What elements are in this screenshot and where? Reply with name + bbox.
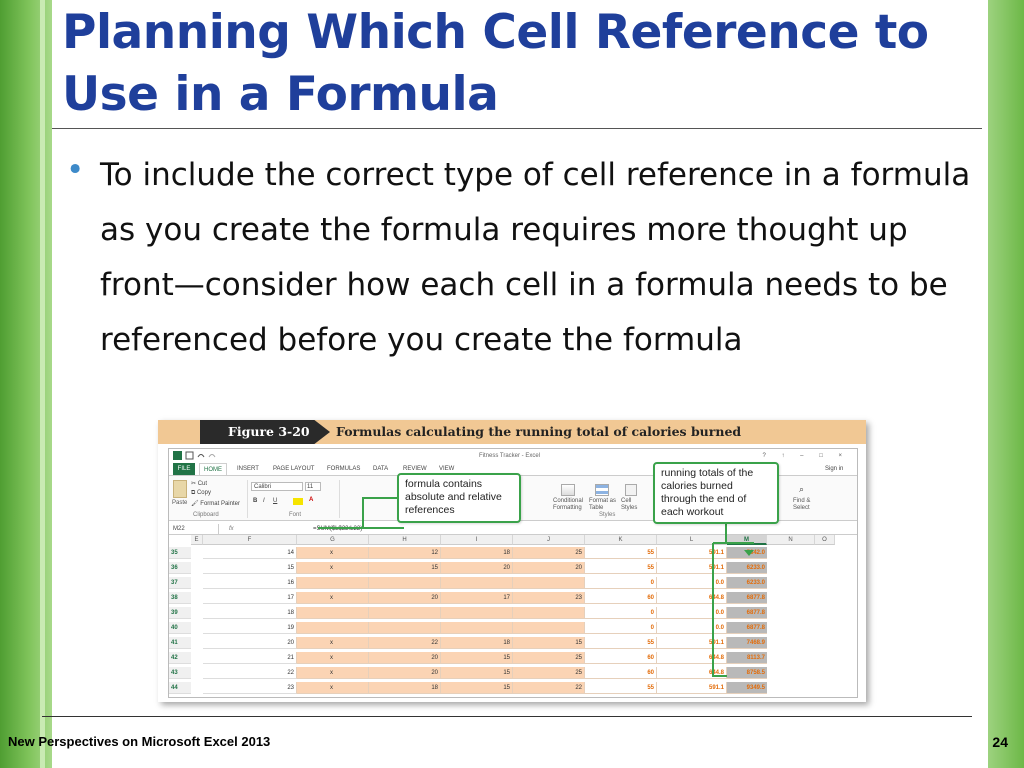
slide-title: Planning Which Cell Reference to Use in … bbox=[62, 5, 929, 122]
footer-divider bbox=[42, 716, 972, 717]
callout-running-totals: running totals of the calories burned th… bbox=[653, 462, 779, 524]
bullet-text: To include the correct type of cell refe… bbox=[100, 157, 971, 358]
right-accent-bar bbox=[988, 0, 1024, 768]
figure-screenshot: Figure 3-20 Formulas calculating the run… bbox=[158, 420, 866, 702]
left-accent-bar bbox=[0, 0, 52, 768]
footer-course-title: New Perspectives on Microsoft Excel 2013 bbox=[8, 734, 271, 749]
title-divider bbox=[52, 128, 982, 129]
bullet-icon: • bbox=[66, 152, 85, 188]
arrow-icon bbox=[744, 550, 754, 556]
page-number: 24 bbox=[992, 734, 1008, 750]
callout-formula-references: formula contains absolute and relative r… bbox=[397, 473, 521, 523]
